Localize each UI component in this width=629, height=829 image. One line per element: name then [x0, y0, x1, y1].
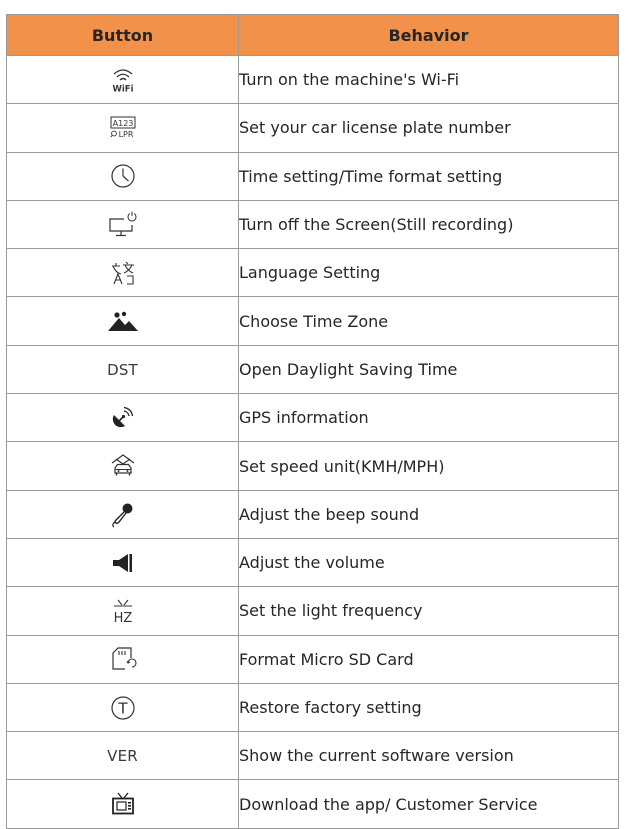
button-cell — [6, 441, 239, 491]
svg-text:LPR: LPR — [118, 130, 133, 139]
behavior-cell: Set speed unit(KMH/MPH) — [238, 441, 619, 491]
behavior-cell: Choose Time Zone — [238, 296, 619, 346]
speaker-icon — [109, 551, 137, 575]
behavior-cell: Time setting/Time format setting — [238, 151, 619, 201]
table-row: Language Setting — [6, 248, 619, 298]
table-row: GPS information — [6, 393, 619, 443]
factory-reset-icon: T — [109, 694, 137, 722]
monitor-power-icon — [107, 210, 139, 240]
hz-tv-icon: HZ — [108, 596, 138, 626]
table-row: HZ Set the light frequency — [6, 586, 619, 636]
button-cell — [6, 537, 239, 588]
behavior-cell: Set the light frequency — [238, 586, 619, 636]
svg-text:A123: A123 — [112, 119, 133, 128]
table-row: Choose Time Zone — [6, 296, 619, 346]
behavior-cell: Restore factory setting — [238, 682, 619, 733]
button-behavior-table: Button Behavior WiFi Turn on the machine… — [6, 14, 619, 829]
table-row: Turn off the Screen(Still recording) — [6, 199, 619, 250]
behavior-cell: Language Setting — [238, 248, 619, 298]
table-row: Adjust the beep sound — [6, 489, 619, 539]
behavior-cell: GPS information — [238, 393, 619, 443]
button-cell — [6, 779, 239, 829]
behavior-cell: Turn off the Screen(Still recording) — [238, 199, 619, 250]
table-row: T Restore factory setting — [6, 682, 619, 733]
clock-icon — [109, 162, 137, 190]
tv-app-icon — [108, 789, 138, 819]
license-plate-icon: A123 LPR — [108, 114, 138, 142]
table-row: Download the app/ Customer Service — [6, 779, 619, 829]
table-row: A123 LPR Set your car license plate numb… — [6, 103, 619, 153]
behavior-cell: Format Micro SD Card — [238, 634, 619, 684]
svg-text:WiFi: WiFi — [112, 84, 133, 94]
table-row: Set speed unit(KMH/MPH) — [6, 441, 619, 491]
microphone-icon — [109, 500, 137, 528]
table-row: WiFi Turn on the machine's Wi-Fi — [6, 54, 619, 105]
button-cell — [6, 151, 239, 201]
dst-text-icon: DST — [107, 360, 138, 379]
wifi-icon: WiFi — [108, 65, 138, 95]
table-row: DST Open Daylight Saving Time — [6, 344, 619, 395]
table-header-row: Button Behavior — [6, 14, 619, 56]
table-row: Format Micro SD Card — [6, 634, 619, 684]
language-icon — [109, 259, 137, 287]
speed-car-icon — [108, 451, 138, 481]
behavior-cell: Open Daylight Saving Time — [238, 344, 619, 395]
button-cell — [6, 634, 239, 684]
behavior-cell: Show the current software version — [238, 731, 619, 781]
button-cell: WiFi — [6, 54, 239, 105]
svg-text:HZ: HZ — [113, 611, 132, 626]
sd-card-format-icon — [108, 644, 138, 674]
svg-text:T: T — [117, 699, 128, 717]
button-cell: A123 LPR — [6, 103, 239, 153]
page: Button Behavior WiFi Turn on the machine… — [0, 0, 629, 829]
table-row: Time setting/Time format setting — [6, 151, 619, 201]
header-behavior: Behavior — [238, 14, 619, 56]
table-row: VER Show the current software version — [6, 731, 619, 781]
button-cell — [6, 489, 239, 539]
button-cell: DST — [6, 344, 239, 395]
header-button: Button — [6, 14, 239, 56]
table-row: Adjust the volume — [6, 537, 619, 588]
gps-satellite-icon — [109, 404, 137, 432]
behavior-cell: Set your car license plate number — [238, 103, 619, 153]
behavior-cell: Adjust the beep sound — [238, 489, 619, 539]
button-cell: HZ — [6, 586, 239, 636]
behavior-cell: Turn on the machine's Wi-Fi — [238, 54, 619, 105]
behavior-cell: Adjust the volume — [238, 537, 619, 588]
button-cell — [6, 296, 239, 346]
button-cell — [6, 199, 239, 250]
button-cell: VER — [6, 731, 239, 781]
mountains-sun-icon — [106, 308, 140, 334]
behavior-cell: Download the app/ Customer Service — [238, 779, 619, 829]
button-cell — [6, 393, 239, 443]
ver-text-icon: VER — [107, 747, 138, 766]
button-cell: T — [6, 682, 239, 733]
button-cell — [6, 248, 239, 298]
